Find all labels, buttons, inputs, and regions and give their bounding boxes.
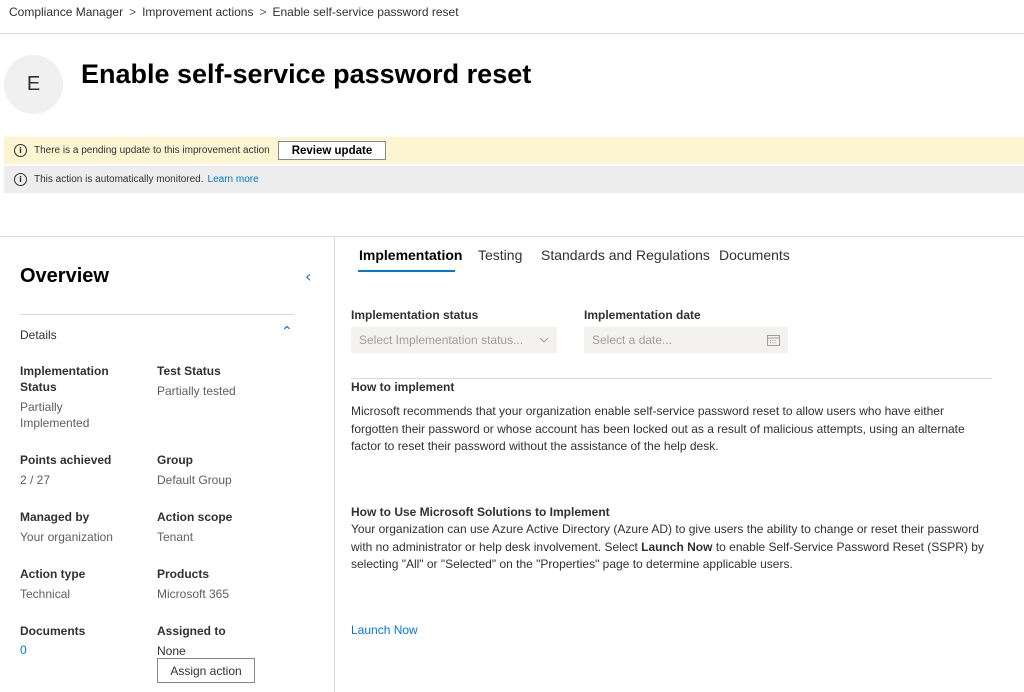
implementation-status-label: Implementation Status [20,364,109,394]
assign-action-button[interactable]: Assign action [157,658,255,683]
implementation-date-field-label: Implementation date [584,308,701,322]
info-icon: i [14,173,27,186]
group-label: Group [157,453,193,467]
implementation-status-value: Partially Implemented [20,400,90,430]
documents-label: Documents [20,624,86,638]
tab-implementation[interactable]: Implementation [359,247,462,263]
details-label: Details [20,328,57,342]
active-tab-indicator [358,270,455,272]
action-type-value: Technical [20,587,71,601]
pending-update-text: There is a pending update to this improv… [34,145,270,156]
breadcrumb-compliance-manager[interactable]: Compliance Manager [9,5,123,19]
info-icon: i [14,144,27,157]
monitored-text: This action is automatically monitored. [34,174,204,185]
launch-now-link[interactable]: Launch Now [351,623,418,637]
how-to-implement-heading: How to implement [351,380,455,394]
calendar-icon [767,335,780,346]
breadcrumb-separator: > [259,5,267,19]
avatar-letter: E [26,73,41,95]
assigned-to-value: None [157,644,186,658]
breadcrumb-separator: > [129,5,137,19]
tab-standards-and-regulations[interactable]: Standards and Regulations [541,247,710,263]
points-achieved-label: Points achieved [20,453,112,467]
launch-now-emphasis: Launch Now [641,539,713,554]
breadcrumb: Compliance Manager > Improvement actions > E… [9,5,459,19]
overview-title: Overview [20,265,109,287]
implementation-status-placeholder: Select Implementation status... [359,333,524,347]
test-status-value: Partially tested [157,384,236,398]
breadcrumb-current: Enable self-service password reset [272,5,459,19]
divider [20,314,294,315]
test-status-label: Test Status [157,364,221,378]
microsoft-solutions-heading: How to Use Microsoft Solutions to Implem… [351,505,610,519]
divider [0,236,1024,237]
chevron-down-icon [539,337,549,343]
action-scope-label: Action scope [157,510,233,524]
implementation-status-dropdown[interactable]: Select Implementation status... [351,327,557,353]
implementation-date-placeholder: Select a date... [592,333,673,347]
implementation-date-picker[interactable]: Select a date... [584,327,788,353]
divider [351,378,992,379]
managed-by-value: Your organization [20,530,113,544]
products-value: Microsoft 365 [157,587,230,601]
learn-more-link[interactable]: Learn more [208,174,259,185]
how-to-implement-text: Microsoft recommends that your organizat… [351,404,965,453]
review-update-button[interactable]: Review update [277,141,387,160]
group-value: Default Group [157,473,232,487]
chevron-left-icon[interactable]: ‹ [305,267,311,286]
breadcrumb-improvement-actions[interactable]: Improvement actions [142,5,253,19]
managed-by-label: Managed by [20,510,90,524]
panel-divider [334,236,335,692]
avatar: E [4,55,63,114]
page-title: Enable self-service password reset [81,59,532,89]
pending-update-banner: i There is a pending update to this impr… [4,137,1024,164]
assigned-to-label: Assigned to [157,624,226,638]
monitored-banner: i This action is automatically monitored… [4,166,1024,193]
implementation-status-field-label: Implementation status [351,308,479,322]
microsoft-solutions-text: Your organization can use Azure Active D… [351,521,991,574]
divider [0,33,1024,34]
documents-count-link[interactable]: 0 [20,643,27,657]
tab-documents[interactable]: Documents [719,247,790,263]
action-scope-value: Tenant [157,530,194,544]
action-type-label: Action type [20,567,86,581]
points-achieved-value: 2 / 27 [20,473,51,487]
products-label: Products [157,567,210,581]
chevron-up-icon[interactable]: ⌃ [281,324,293,340]
tab-testing[interactable]: Testing [478,247,522,263]
